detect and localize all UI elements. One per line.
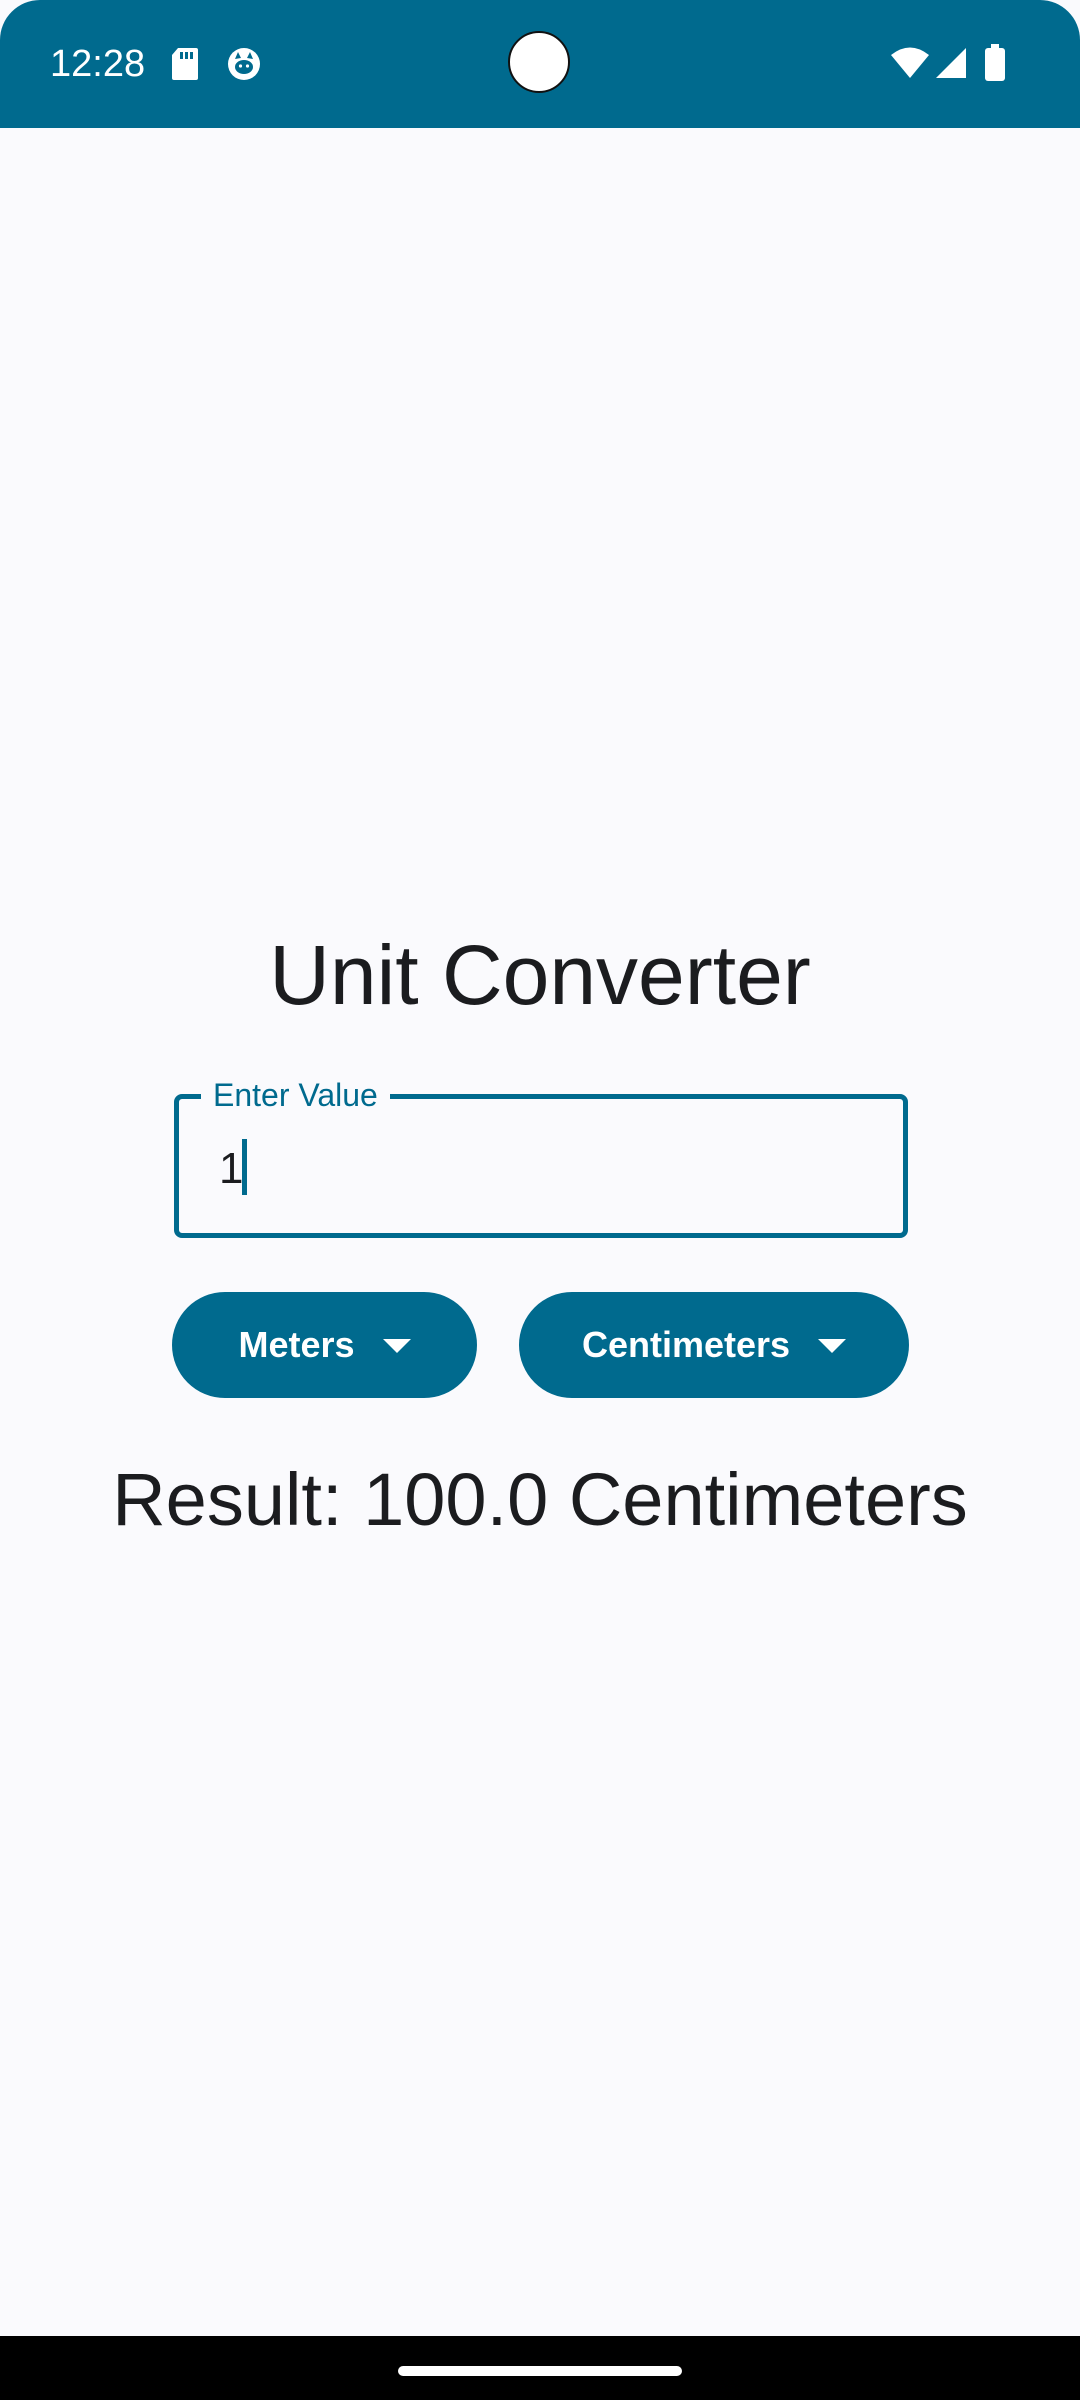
- value-input-field[interactable]: Enter Value 1: [174, 1075, 908, 1238]
- camera-cutout: [508, 31, 570, 93]
- chevron-down-icon: [818, 1339, 847, 1353]
- value-input-label: Enter Value: [201, 1075, 390, 1115]
- wifi-icon: [890, 46, 930, 85]
- navigation-bar: [0, 2336, 1080, 2400]
- value-input[interactable]: 1: [219, 1143, 243, 1195]
- result-text: Result: 100.0 Centimeters: [112, 1458, 968, 1541]
- sd-card-icon: [170, 46, 200, 87]
- signal-icon: [934, 46, 968, 85]
- chevron-down-icon: [382, 1339, 411, 1353]
- from-unit-dropdown[interactable]: Meters: [172, 1292, 477, 1398]
- status-bar: 12:28: [0, 0, 1080, 128]
- status-time: 12:28: [50, 43, 146, 85]
- cat-icon: [226, 46, 262, 87]
- to-unit-dropdown[interactable]: Centimeters: [519, 1292, 909, 1398]
- to-unit-label: Centimeters: [581, 1324, 791, 1365]
- home-handle[interactable]: [398, 2366, 682, 2376]
- battery-icon: [984, 44, 1006, 87]
- from-unit-label: Meters: [238, 1324, 355, 1365]
- text-cursor: [242, 1139, 247, 1195]
- page-title: Unit Converter: [269, 928, 811, 1022]
